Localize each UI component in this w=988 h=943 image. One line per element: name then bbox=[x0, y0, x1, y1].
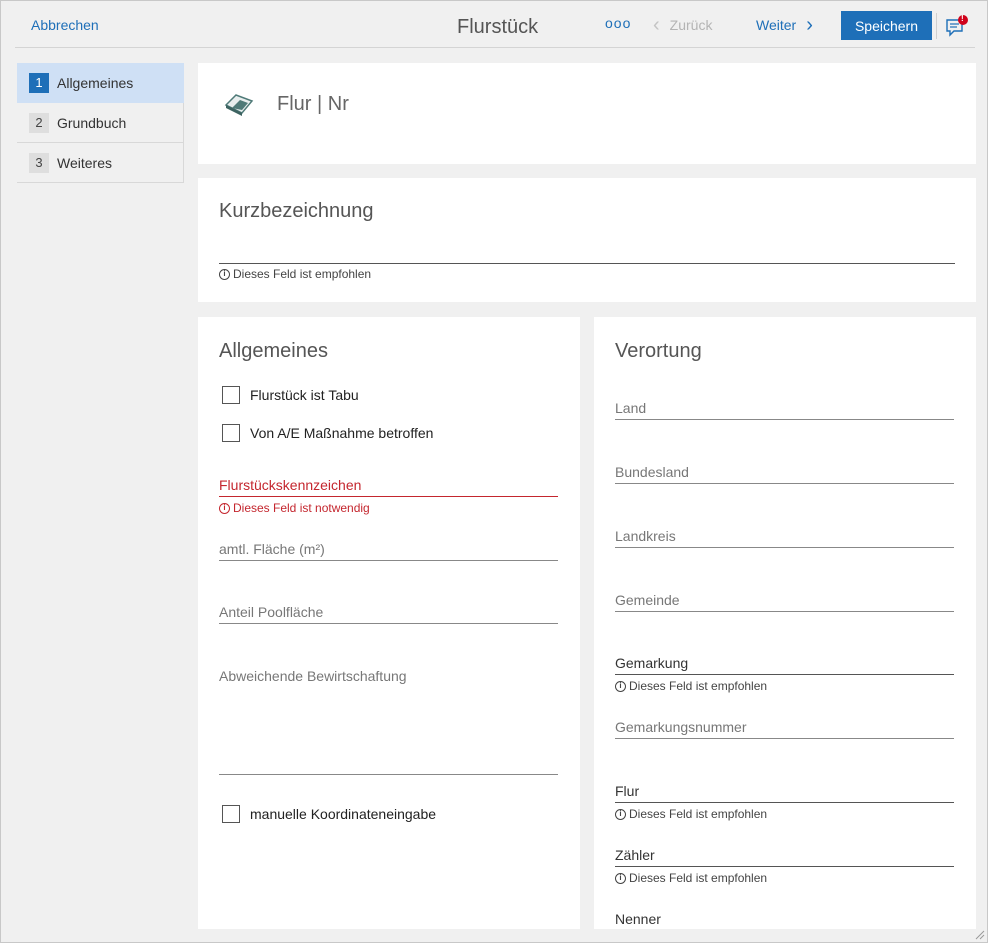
step-number: 2 bbox=[29, 112, 49, 133]
gemarkung-field[interactable]: Gemarkung bbox=[615, 655, 954, 675]
summary-card: Flur | Nr bbox=[198, 63, 976, 164]
koordinaten-checkbox-row[interactable]: manuelle Koordinateneingabe bbox=[222, 805, 436, 823]
landkreis-field[interactable]: Landkreis bbox=[615, 528, 954, 548]
hint-text: Dieses Feld ist empfohlen bbox=[233, 267, 372, 281]
section-title: Kurzbezeichnung bbox=[219, 200, 374, 222]
flaeche-field[interactable]: amtl. Fläche (m²) bbox=[219, 541, 558, 561]
parcel-icon bbox=[224, 94, 254, 116]
cancel-button[interactable]: Abbrechen bbox=[31, 17, 99, 33]
parcel-title: Flur | Nr bbox=[277, 93, 349, 115]
chevron-left-icon: ‹ bbox=[653, 14, 660, 36]
gemarkungsnummer-field[interactable]: Gemarkungsnummer bbox=[615, 719, 954, 739]
recommended-hint: i Dieses Feld ist empfohlen bbox=[219, 267, 371, 281]
tabu-checkbox[interactable] bbox=[222, 386, 240, 404]
zaehler-field[interactable]: Zähler bbox=[615, 847, 954, 867]
toolbar-divider bbox=[936, 13, 937, 39]
hint-text: Dieses Feld ist notwendig bbox=[233, 501, 370, 515]
recommended-hint: i Dieses Feld ist empfohlen bbox=[615, 807, 767, 821]
sidebar-item-label: Allgemeines bbox=[57, 74, 134, 91]
chat-icon bbox=[946, 15, 968, 37]
sidebar-item-grundbuch[interactable]: 2 Grundbuch bbox=[17, 103, 184, 143]
bundesland-field[interactable]: Bundesland bbox=[615, 464, 954, 484]
massnahme-checkbox-row[interactable]: Von A/E Maßnahme betroffen bbox=[222, 424, 433, 442]
sidebar-item-weiteres[interactable]: 3 Weiteres bbox=[17, 143, 184, 183]
checkbox-label: Von A/E Maßnahme betroffen bbox=[250, 425, 434, 441]
textarea-underline bbox=[219, 774, 558, 775]
info-icon: i bbox=[615, 872, 626, 884]
nenner-field[interactable]: Nenner bbox=[615, 911, 954, 929]
step-number: 3 bbox=[29, 152, 49, 173]
kennzeichen-field[interactable]: Flurstückskennzeichen bbox=[219, 477, 558, 497]
general-card: Allgemeines Flurstück ist Tabu Von A/E M… bbox=[198, 317, 580, 929]
sidebar-item-label: Grundbuch bbox=[57, 114, 127, 131]
info-icon: i bbox=[219, 502, 230, 514]
section-title: Allgemeines bbox=[219, 340, 328, 362]
back-button[interactable]: ‹ Zurück bbox=[653, 15, 712, 35]
hint-text: Dieses Feld ist empfohlen bbox=[629, 807, 768, 821]
pool-field[interactable]: Anteil Poolfläche bbox=[219, 604, 558, 624]
more-options-button[interactable]: ooo bbox=[605, 15, 631, 31]
recommended-hint: i Dieses Feld ist empfohlen bbox=[615, 679, 767, 693]
step-number: 1 bbox=[29, 72, 49, 93]
tabu-checkbox-row[interactable]: Flurstück ist Tabu bbox=[222, 386, 359, 404]
section-title: Verortung bbox=[615, 340, 702, 362]
required-hint: i Dieses Feld ist notwendig bbox=[219, 501, 370, 515]
notification-badge: ! bbox=[961, 14, 964, 23]
chevron-right-icon: › bbox=[806, 14, 813, 36]
page-title: Flurstück bbox=[457, 16, 539, 38]
info-icon: i bbox=[615, 680, 626, 692]
checkbox-label: Flurstück ist Tabu bbox=[250, 387, 359, 403]
toolbar: Abbrechen Flurstück ooo ‹ Zurück Weiter … bbox=[1, 1, 987, 47]
checkbox-label: manuelle Koordinateneingabe bbox=[250, 806, 437, 822]
feedback-button[interactable]: ! bbox=[945, 14, 969, 37]
short-name-field[interactable] bbox=[219, 248, 955, 264]
info-icon: i bbox=[219, 268, 230, 280]
bewirtschaftung-textarea[interactable]: Abweichende Bewirtschaftung bbox=[219, 668, 558, 687]
koordinaten-checkbox[interactable] bbox=[222, 805, 240, 823]
app-window: Abbrechen Flurstück ooo ‹ Zurück Weiter … bbox=[0, 0, 988, 943]
hint-text: Dieses Feld ist empfohlen bbox=[629, 679, 768, 693]
header-divider bbox=[15, 47, 975, 48]
next-button[interactable]: Weiter › bbox=[756, 15, 813, 35]
next-label: Weiter bbox=[756, 17, 797, 33]
hint-text: Dieses Feld ist empfohlen bbox=[629, 871, 768, 885]
back-label: Zurück bbox=[669, 17, 713, 33]
massnahme-checkbox[interactable] bbox=[222, 424, 240, 442]
sidebar-item-label: Weiteres bbox=[57, 154, 112, 171]
location-card: Verortung Land Bundesland Landkreis Geme… bbox=[594, 317, 976, 929]
sidebar-item-allgemeines[interactable]: 1 Allgemeines bbox=[17, 63, 184, 103]
info-icon: i bbox=[615, 808, 626, 820]
sidebar-steps: 1 Allgemeines 2 Grundbuch 3 Weiteres bbox=[17, 63, 184, 183]
recommended-hint: i Dieses Feld ist empfohlen bbox=[615, 871, 767, 885]
short-name-card: Kurzbezeichnung i Dieses Feld ist empfoh… bbox=[198, 178, 976, 302]
resize-grip-icon[interactable] bbox=[973, 928, 985, 940]
save-button[interactable]: Speichern bbox=[841, 11, 932, 40]
flur-field[interactable]: Flur bbox=[615, 783, 954, 803]
gemeinde-field[interactable]: Gemeinde bbox=[615, 592, 954, 612]
land-field[interactable]: Land bbox=[615, 400, 954, 420]
